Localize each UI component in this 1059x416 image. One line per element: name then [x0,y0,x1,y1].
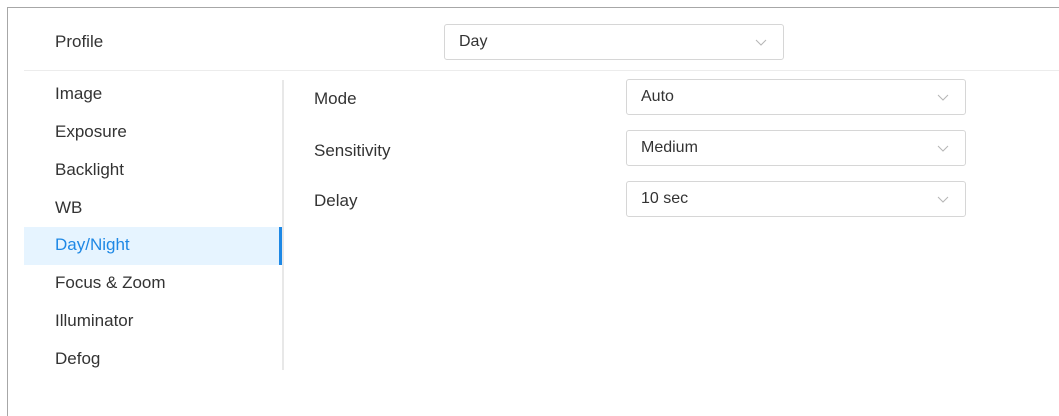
sidebar-item-image[interactable]: Image [24,76,282,114]
profile-label: Profile [55,32,104,51]
sidebar-item-label: Illuminator [55,311,134,330]
delay-select-value: 10 sec [641,190,689,207]
profile-row: Profile Day [24,20,1059,71]
mode-select[interactable]: Auto [626,79,966,115]
sidebar-menu: Image Exposure Backlight WB Day/Night Fo… [24,76,282,380]
sidebar-item-label: Defog [55,349,101,368]
sidebar-item-label: Focus & Zoom [55,273,166,292]
chevron-down-icon [937,196,949,203]
sensitivity-select[interactable]: Medium [626,130,966,166]
sensitivity-select-value: Medium [641,139,698,156]
chevron-down-icon [755,39,767,46]
sidebar-item-exposure[interactable]: Exposure [24,114,282,152]
chevron-down-icon [937,145,949,152]
delay-label: Delay [314,191,358,210]
sidebar-divider [282,80,284,370]
delay-select[interactable]: 10 sec [626,181,966,217]
sidebar-item-label: Image [55,84,103,103]
sidebar-item-label: Backlight [55,160,124,179]
sidebar-item-day-night[interactable]: Day/Night [24,227,282,265]
sidebar-item-wb[interactable]: WB [24,190,282,228]
sensitivity-label: Sensitivity [314,141,391,160]
sidebar-item-label: Day/Night [55,235,130,254]
sidebar-item-label: Exposure [55,122,127,141]
mode-select-value: Auto [641,88,674,105]
sidebar-item-label: WB [55,198,83,217]
sidebar-item-focus-zoom[interactable]: Focus & Zoom [24,265,282,303]
profile-select-value: Day [459,33,488,50]
sidebar-item-illuminator[interactable]: Illuminator [24,303,282,341]
sidebar-item-defog[interactable]: Defog [24,341,282,379]
profile-select[interactable]: Day [444,24,784,60]
chevron-down-icon [937,94,949,101]
mode-label: Mode [314,89,357,108]
sidebar-item-backlight[interactable]: Backlight [24,152,282,190]
